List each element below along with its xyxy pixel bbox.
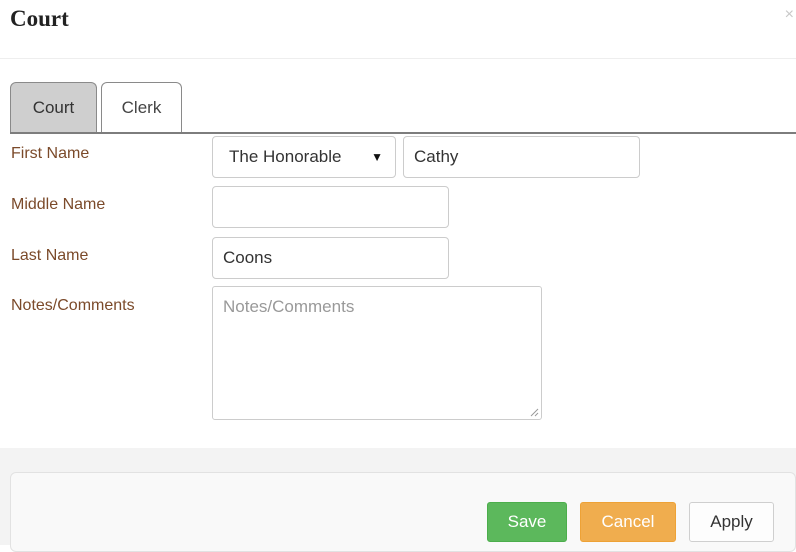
tab-underline <box>10 132 796 134</box>
first-name-label: First Name <box>11 145 90 162</box>
tab-court[interactable]: Court <box>10 82 97 132</box>
middle-name-label: Middle Name <box>11 196 106 213</box>
apply-button[interactable]: Apply <box>689 502 774 542</box>
close-icon[interactable]: × <box>785 6 794 24</box>
cancel-button[interactable]: Cancel <box>580 502 676 542</box>
first-name-input[interactable] <box>403 136 640 178</box>
notes-label: Notes/Comments <box>11 297 135 314</box>
last-name-label: Last Name <box>11 247 89 264</box>
button-bar <box>10 472 796 552</box>
caret-down-icon: ▼ <box>371 150 383 164</box>
middle-name-input[interactable] <box>212 186 449 228</box>
name-title-selected-value: The Honorable <box>229 147 342 166</box>
court-dialog: Court × Court Clerk First Name The Honor… <box>0 0 796 552</box>
save-button[interactable]: Save <box>487 502 567 542</box>
dialog-title: Court <box>10 6 69 31</box>
last-name-input[interactable] <box>212 237 449 279</box>
notes-placeholder: Notes/Comments <box>223 297 355 316</box>
tab-clerk[interactable]: Clerk <box>101 82 182 132</box>
notes-textarea[interactable]: Notes/Comments <box>212 286 542 420</box>
name-title-select[interactable]: The Honorable ▼ <box>212 136 396 178</box>
header-divider <box>0 58 796 59</box>
resize-handle-icon[interactable] <box>529 407 539 417</box>
